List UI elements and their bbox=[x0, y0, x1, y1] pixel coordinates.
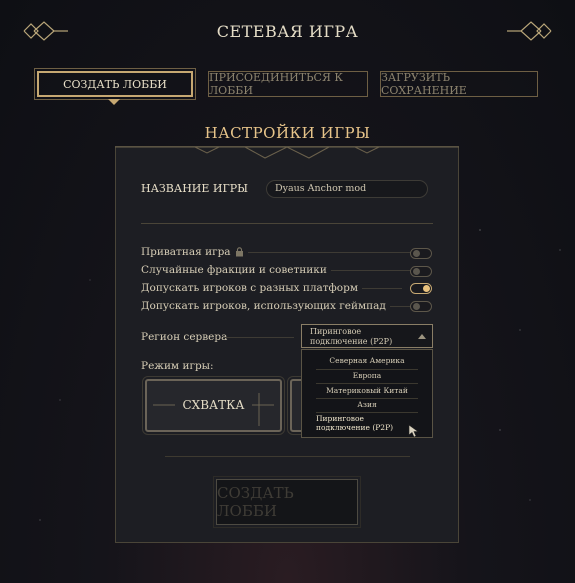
divider bbox=[141, 223, 433, 224]
divider bbox=[316, 398, 418, 399]
lock-icon bbox=[235, 247, 243, 257]
region-option-asia[interactable]: Азия bbox=[302, 400, 432, 409]
leader-line bbox=[224, 337, 294, 338]
region-option-north-america[interactable]: Северная Америка bbox=[302, 356, 432, 365]
divider bbox=[316, 383, 418, 384]
option-private-game: Приватная игра bbox=[141, 246, 416, 258]
divider bbox=[165, 456, 410, 457]
option-label: Приватная игра bbox=[141, 246, 231, 258]
region-label: Регион сервера bbox=[141, 331, 228, 343]
panel-ornament-icon bbox=[115, 146, 459, 159]
leader-line bbox=[361, 287, 402, 289]
option-label: Случайные фракции и советники bbox=[141, 264, 327, 276]
divider bbox=[316, 369, 418, 370]
region-option-p2p[interactable]: Пиринговое подключение (P2P) bbox=[316, 414, 416, 432]
toggle-private-game[interactable] bbox=[410, 248, 432, 259]
option-crossplay: Допускать игроков с разных платформ bbox=[141, 282, 402, 294]
game-name-input[interactable]: Dyaus Anchor mod bbox=[266, 180, 428, 198]
option-label: Допускать игроков, использующих геймпад bbox=[141, 300, 386, 312]
region-option-europe[interactable]: Европа bbox=[302, 371, 432, 380]
game-name-label: НАЗВАНИЕ ИГРЫ bbox=[141, 182, 249, 195]
tab-join-lobby[interactable]: ПРИСОЕДИНИТЬСЯ К ЛОББИ bbox=[208, 71, 368, 97]
active-tab-indicator bbox=[108, 99, 120, 105]
region-select[interactable]: Пиринговое подключение (P2P) bbox=[301, 324, 433, 348]
mode-card-label: СХВАТКА bbox=[182, 398, 245, 412]
mode-label: Режим игры: bbox=[141, 360, 214, 372]
tab-load-save[interactable]: ЗАГРУЗИТЬ СОХРАНЕНИЕ bbox=[380, 71, 538, 97]
option-gamepad: Допускать игроков, использующих геймпад bbox=[141, 300, 430, 312]
toggle-gamepad[interactable] bbox=[410, 301, 432, 312]
toggle-random-factions[interactable] bbox=[410, 266, 432, 277]
settings-title: НАСТРОЙКИ ИГРЫ bbox=[204, 124, 371, 142]
toggle-crossplay[interactable] bbox=[410, 283, 432, 294]
leader-line bbox=[247, 251, 416, 253]
create-lobby-button[interactable]: СОЗДАТЬ ЛОББИ bbox=[213, 476, 361, 528]
option-label: Допускать игроков с разных платформ bbox=[141, 282, 358, 294]
region-selected-value: Пиринговое подключение (P2P) bbox=[310, 327, 393, 346]
page-title: СЕТЕВАЯ ИГРА bbox=[216, 22, 359, 41]
region-option-mainland-china[interactable]: Материковый Китай bbox=[302, 386, 432, 395]
mode-card-skirmish[interactable]: СХВАТКА bbox=[142, 376, 285, 435]
option-random-factions: Случайные фракции и советники bbox=[141, 264, 431, 276]
chevron-up-icon bbox=[418, 334, 426, 339]
divider bbox=[316, 412, 418, 413]
tab-create-lobby[interactable]: СОЗДАТЬ ЛОББИ bbox=[34, 68, 196, 100]
cursor-icon bbox=[408, 424, 419, 438]
